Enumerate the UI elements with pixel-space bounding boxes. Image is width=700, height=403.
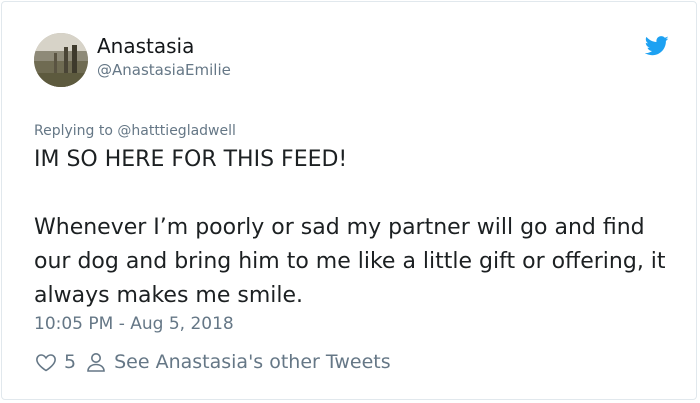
tweet-line-headline: IM SO HERE FOR THIS FEED! xyxy=(34,147,348,172)
tweet-line-body: Whenever I’m poorly or sad my partner wi… xyxy=(34,215,666,308)
heart-icon[interactable] xyxy=(34,350,58,374)
like-count: 5 xyxy=(64,351,77,373)
person-icon[interactable] xyxy=(84,350,108,374)
tweet-card: Anastasia @AnastasiaEmilie Replying to @… xyxy=(1,1,697,400)
twitter-bird-icon[interactable] xyxy=(644,36,669,56)
avatar-image xyxy=(34,33,88,87)
see-other-tweets-link[interactable]: See Anastasia's other Tweets xyxy=(114,351,391,373)
replying-to-label[interactable]: Replying to @hatttiegladwell xyxy=(34,121,236,141)
author-name[interactable]: Anastasia xyxy=(97,34,194,58)
avatar[interactable] xyxy=(34,33,88,87)
author-handle[interactable]: @AnastasiaEmilie xyxy=(97,60,231,80)
tweet-text: IM SO HERE FOR THIS FEED! Whenever I’m p… xyxy=(34,143,674,313)
tweet-timestamp[interactable]: 10:05 PM - Aug 5, 2018 xyxy=(34,312,234,336)
tweet-actions: 5 See Anastasia's other Tweets xyxy=(34,348,391,376)
